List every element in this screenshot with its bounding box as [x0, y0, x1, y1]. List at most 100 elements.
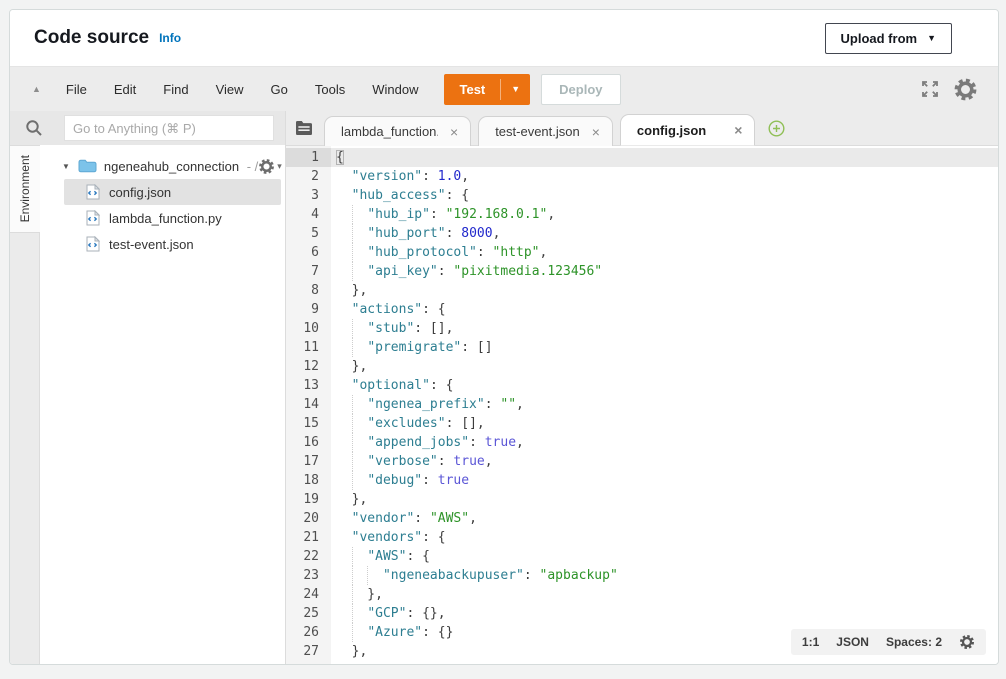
file-code-icon	[86, 184, 100, 200]
code-token	[336, 530, 352, 545]
code-token: :	[446, 226, 462, 241]
info-link[interactable]: Info	[159, 31, 181, 45]
code-token: },	[336, 492, 367, 507]
settings-gear-icon[interactable]	[953, 77, 978, 102]
indent-guide	[352, 585, 353, 604]
code-token: "AWS"	[430, 511, 469, 526]
menu-edit[interactable]: Edit	[114, 82, 136, 97]
code-token: : [],	[446, 416, 485, 431]
code-line: "stub": [],	[331, 319, 998, 338]
code-line: "ngenea_prefix": "",	[331, 395, 998, 414]
tree-file-lambda-function-py[interactable]: lambda_function.py	[64, 205, 281, 231]
tab-close-icon[interactable]: ×	[450, 125, 458, 139]
code-token	[336, 663, 352, 664]
code-token: ,	[493, 226, 501, 241]
folder-chevron-icon[interactable]: ▼	[62, 162, 70, 171]
code-line: "verbose": true,	[331, 452, 998, 471]
open-files-icon[interactable]	[295, 120, 313, 136]
line-number: 2	[286, 167, 331, 186]
indent-guide	[352, 395, 353, 414]
fullscreen-icon[interactable]	[920, 79, 940, 99]
upload-from-label: Upload from	[841, 31, 918, 46]
code-token: },	[336, 644, 367, 659]
indent-guide	[352, 262, 353, 281]
tab-lambda-function[interactable]: lambda_function.py ×	[324, 116, 471, 146]
code-token: : {},	[406, 606, 445, 621]
indentation-setting[interactable]: Spaces: 2	[886, 635, 942, 649]
menu-window[interactable]: Window	[372, 82, 418, 97]
line-number: 15	[286, 414, 331, 433]
code-token: "vendor"	[352, 511, 415, 526]
syntax-mode[interactable]: JSON	[836, 635, 869, 649]
code-token: "GCP"	[367, 606, 406, 621]
menu-tools[interactable]: Tools	[315, 82, 345, 97]
indent-guide	[352, 471, 353, 490]
line-number: 9	[286, 300, 331, 319]
left-rail: Environment	[10, 145, 40, 664]
line-number: 16	[286, 433, 331, 452]
code-token: true	[453, 454, 484, 469]
code-token: ,	[485, 454, 493, 469]
menu-view[interactable]: View	[216, 82, 244, 97]
line-number: 20	[286, 509, 331, 528]
code-token: :	[469, 435, 485, 450]
code-token: ,	[516, 435, 524, 450]
menu-find[interactable]: Find	[163, 82, 188, 97]
collapse-panel-icon[interactable]: ▲	[32, 84, 41, 94]
cursor-position[interactable]: 1:1	[802, 635, 819, 649]
tree-file-test-event-json[interactable]: test-event.json	[64, 231, 281, 257]
tree-folder-row[interactable]: ▼ ngeneahub_connection - /	[40, 153, 285, 179]
indent-guide	[352, 414, 353, 433]
code-token: : {	[422, 530, 445, 545]
code-token: "debug"	[367, 473, 422, 488]
tab-config-json[interactable]: config.json ×	[620, 114, 756, 146]
line-number: 1	[286, 148, 331, 167]
code-line: },	[331, 281, 998, 300]
code-token	[336, 568, 383, 583]
search-icon[interactable]	[25, 119, 43, 137]
code-token: :	[422, 473, 438, 488]
folder-name: ngeneahub_connection	[104, 159, 239, 174]
code-token: :	[414, 511, 430, 526]
tab-close-icon[interactable]: ×	[592, 125, 600, 139]
code-token	[336, 511, 352, 526]
tab-test-event-json[interactable]: test-event.json ×	[478, 116, 613, 146]
search-input[interactable]	[64, 115, 274, 141]
code-token: "hub_ip"	[367, 207, 430, 222]
line-number: 17	[286, 452, 331, 471]
code-token: ,	[540, 245, 548, 260]
code-token: "AWS"	[367, 549, 406, 564]
indent-guide	[352, 205, 353, 224]
menu-go[interactable]: Go	[271, 82, 288, 97]
code-token	[336, 378, 352, 393]
upload-from-button[interactable]: Upload from ▼	[825, 23, 952, 54]
new-tab-icon[interactable]	[768, 120, 785, 137]
code-token: :	[430, 207, 446, 222]
tab-bar: lambda_function.py × test-event.json × c…	[286, 111, 998, 146]
code-lines[interactable]: { "version": 1.0, "hub_access": { "hub_i…	[331, 146, 998, 664]
editor-settings-gear-icon[interactable]	[959, 634, 975, 650]
line-number: 14	[286, 395, 331, 414]
tree-file-config-json[interactable]: config.json	[64, 179, 281, 205]
code-token: "apbackup"	[540, 568, 618, 583]
code-token: : {}	[422, 625, 453, 640]
menu-file[interactable]: File	[66, 82, 87, 97]
code-token: true	[485, 435, 516, 450]
test-button[interactable]: Test ▼	[444, 74, 530, 105]
file-name: lambda_function.py	[109, 211, 222, 226]
code-editor[interactable]: 1234567891011121314151617181920212223242…	[286, 146, 998, 664]
tab-label: config.json	[637, 123, 706, 138]
tab-close-icon[interactable]: ×	[734, 123, 742, 137]
code-token: "append_jobs"	[367, 435, 469, 450]
code-token: ,	[469, 511, 477, 526]
code-token: : {	[446, 188, 469, 203]
indent-guide	[352, 224, 353, 243]
code-token	[336, 302, 352, 317]
line-number: 26	[286, 623, 331, 642]
code-token: },	[336, 359, 367, 374]
tab-environment[interactable]: Environment	[10, 145, 40, 233]
file-tree: ▼ ngeneahub_connection - /	[40, 145, 285, 664]
deploy-button[interactable]: Deploy	[541, 74, 620, 105]
test-caret-icon[interactable]: ▼	[501, 74, 530, 105]
line-number: 13	[286, 376, 331, 395]
